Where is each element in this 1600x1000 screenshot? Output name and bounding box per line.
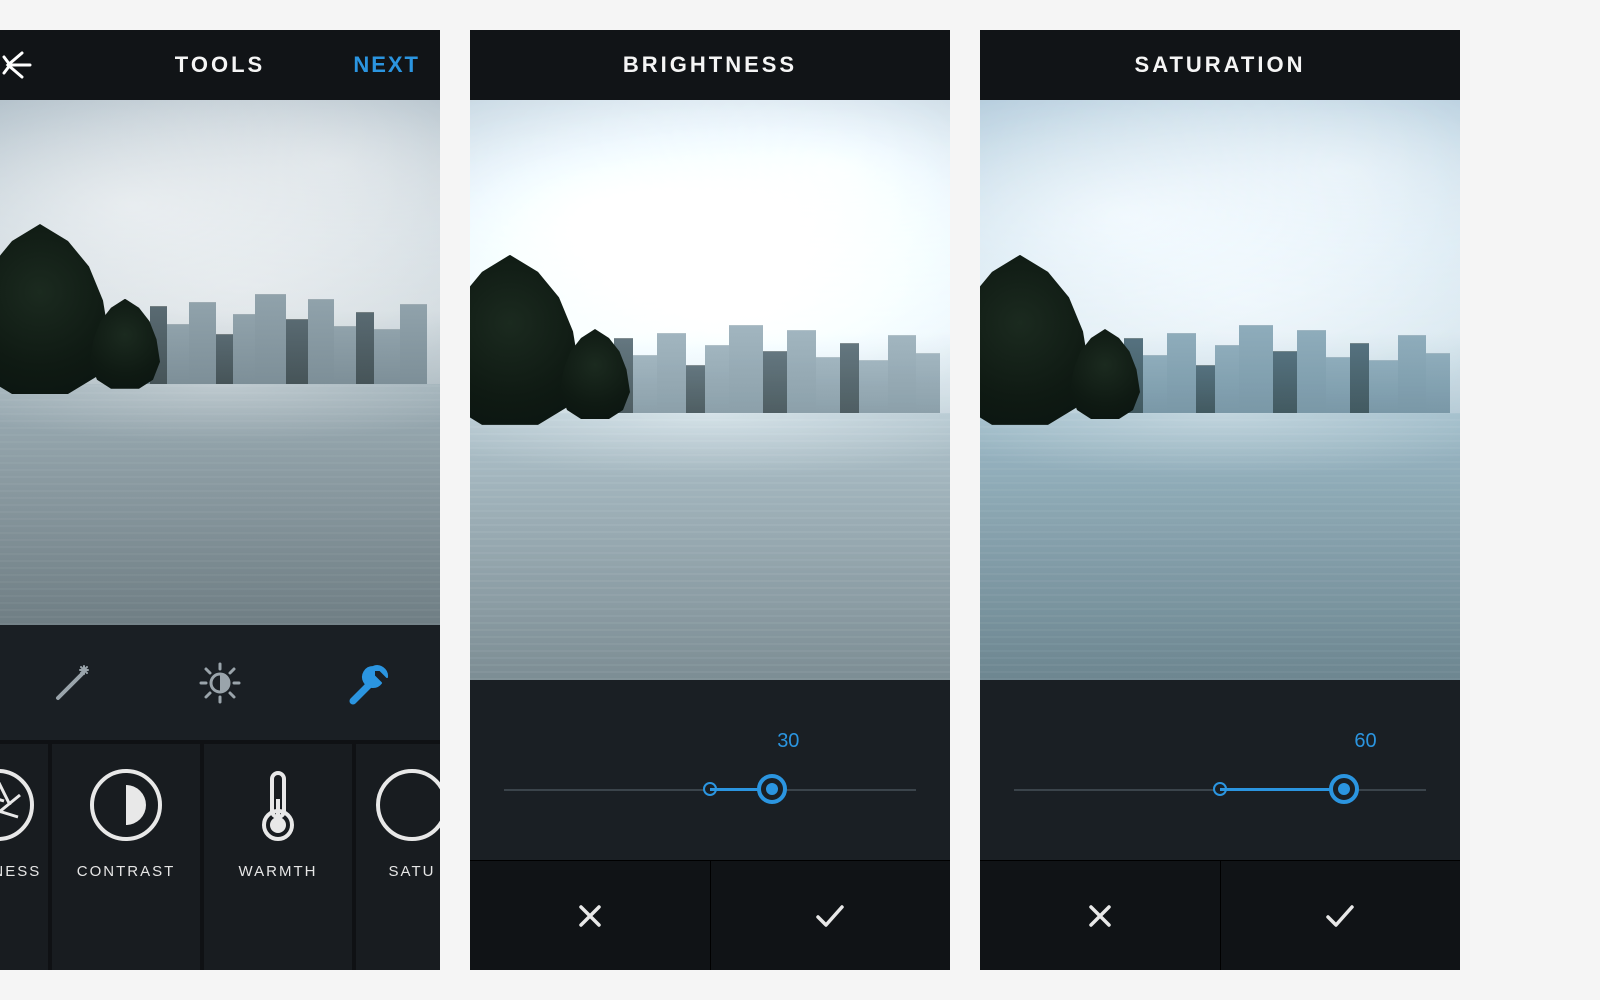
photo-preview: [470, 100, 950, 680]
slider-value-label: 60: [1354, 730, 1376, 753]
tab-magic-wand[interactable]: [38, 648, 108, 718]
cancel-button[interactable]: [470, 861, 711, 970]
tab-lux[interactable]: [185, 648, 255, 718]
slider-area: 60: [980, 680, 1460, 860]
tile-brightness[interactable]: GHTNESS: [0, 744, 48, 970]
header-title: SATURATION: [1135, 52, 1306, 78]
tile-saturation[interactable]: SATU: [356, 744, 440, 970]
close-icon: [1085, 901, 1115, 931]
contrast-icon: [90, 769, 162, 841]
slider-value-label: 30: [777, 730, 799, 753]
header-title: TOOLS: [175, 52, 265, 78]
header: TOOLS NEXT: [0, 30, 440, 100]
editor-mode-tabs: [0, 625, 440, 740]
saturation-slider[interactable]: [1014, 789, 1427, 791]
cancel-button[interactable]: [980, 861, 1221, 970]
wrench-icon: [343, 659, 391, 707]
header-title: BRIGHTNESS: [623, 52, 797, 78]
tile-contrast[interactable]: CONTRAST: [52, 744, 200, 970]
screen-tools: TOOLS NEXT: [0, 30, 440, 970]
tile-label: GHTNESS: [0, 863, 41, 880]
tile-label: CONTRAST: [77, 863, 176, 880]
next-button[interactable]: NEXT: [353, 30, 420, 100]
back-arrow-icon: [0, 45, 40, 85]
tool-tiles-row[interactable]: GHTNESS CONTRAST WARMTH: [0, 740, 440, 970]
header: SATURATION: [980, 30, 1460, 100]
photo-preview: [0, 100, 440, 625]
check-icon: [813, 901, 847, 931]
aperture-icon: [0, 769, 34, 841]
lux-icon: [195, 658, 245, 708]
slider-handle[interactable]: [757, 774, 787, 804]
confirm-row: [470, 860, 950, 970]
tab-tools-wrench[interactable]: [332, 648, 402, 718]
slider-handle[interactable]: [1329, 774, 1359, 804]
tile-label: WARMTH: [239, 863, 318, 880]
magic-wand-icon: [50, 660, 96, 706]
header: BRIGHTNESS: [470, 30, 950, 100]
photo-preview: [980, 100, 1460, 680]
confirm-button[interactable]: [711, 861, 951, 970]
confirm-button[interactable]: [1221, 861, 1461, 970]
screen-brightness: BRIGHTNESS 30: [470, 30, 950, 970]
thermometer-icon: [242, 769, 314, 841]
slider-area: 30: [470, 680, 950, 860]
back-button[interactable]: [0, 30, 50, 100]
saturation-icon: [376, 769, 440, 841]
check-icon: [1323, 901, 1357, 931]
tile-label: SATU: [389, 863, 436, 880]
tile-warmth[interactable]: WARMTH: [204, 744, 352, 970]
slider-fill: [1220, 788, 1344, 791]
brightness-slider[interactable]: [504, 789, 917, 791]
confirm-row: [980, 860, 1460, 970]
screen-saturation: SATURATION 60: [980, 30, 1460, 970]
close-icon: [575, 901, 605, 931]
